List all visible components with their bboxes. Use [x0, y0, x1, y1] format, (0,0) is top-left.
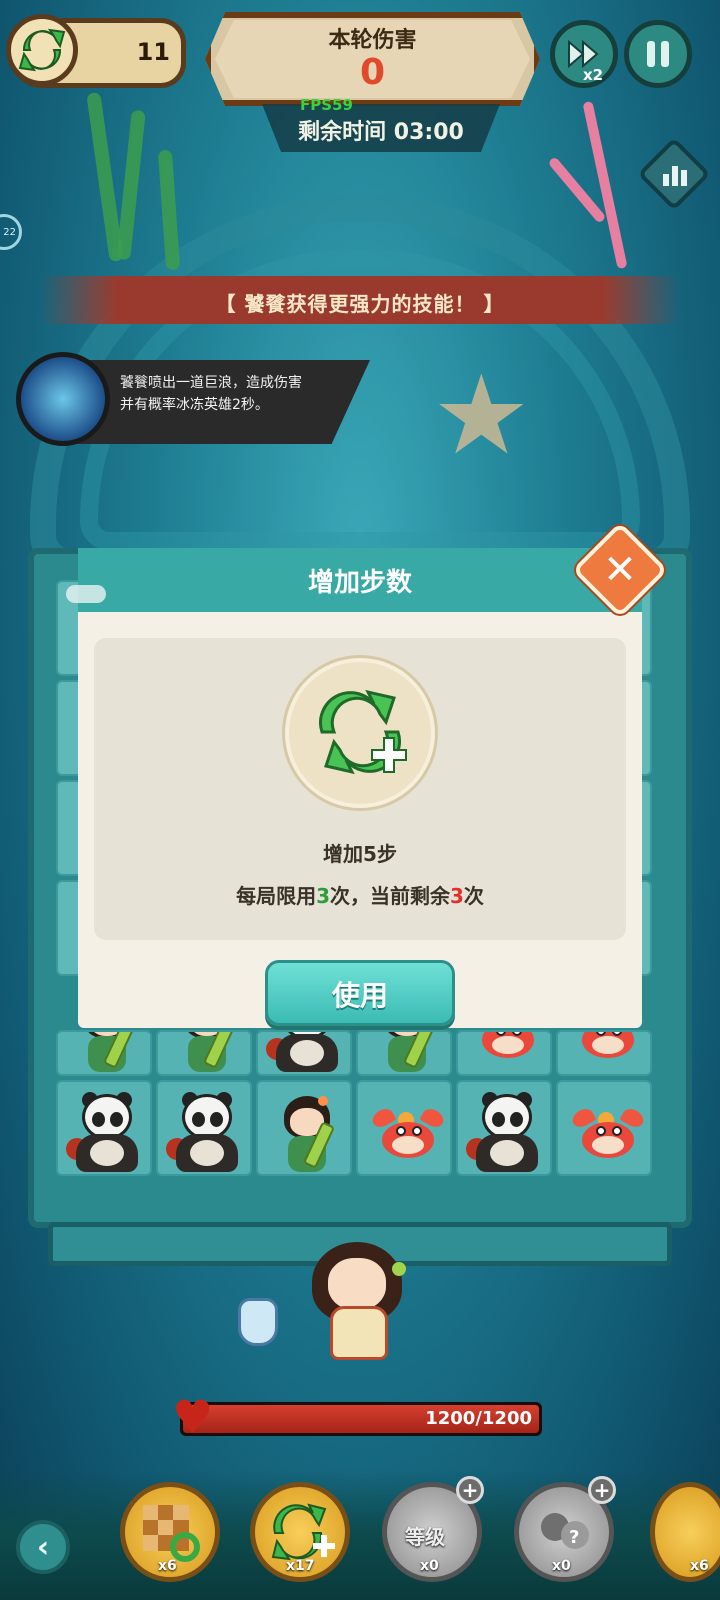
fast-forward-icon	[568, 40, 599, 68]
potion-icon	[238, 1298, 278, 1346]
hp-text: 1200/1200	[425, 1408, 532, 1429]
item-gold-hero[interactable]	[650, 1482, 720, 1582]
limit-remaining: 3	[450, 884, 464, 908]
item-count: x17	[286, 1558, 315, 1574]
use-button-label[interactable]: 使用	[265, 974, 455, 1014]
item-count: x0	[420, 1558, 439, 1574]
time-remaining: 剩余时间 03:00	[298, 120, 464, 145]
dialog-title: 增加步数	[307, 568, 412, 598]
panda-hero-unit	[458, 1082, 550, 1174]
hero-hair-flower	[392, 1262, 406, 1276]
plus-icon: +	[593, 1478, 611, 1502]
moves-count: 11	[136, 38, 170, 66]
plus-icon: +	[461, 1478, 479, 1502]
board-cell[interactable]	[556, 1030, 652, 1076]
seaweed-decoration	[116, 109, 146, 261]
damage-label: 本轮伤害	[328, 28, 417, 53]
level-label: 等级	[405, 1525, 445, 1549]
board-cell[interactable]	[256, 1080, 352, 1176]
fish-hero-unit	[558, 1082, 650, 1174]
pause-icon	[647, 41, 669, 67]
item-count: x6	[158, 1558, 177, 1574]
board-cell[interactable]	[56, 1080, 152, 1176]
fps-counter: FPS59	[300, 96, 353, 114]
starfish-decoration: ★	[432, 351, 531, 479]
limit-prefix: 每局限用	[236, 884, 317, 908]
wave-skill-icon	[16, 352, 110, 446]
limit-middle: 次，当前剩余	[330, 884, 450, 908]
board-cell[interactable]	[456, 1080, 552, 1176]
seaweed-decoration	[157, 149, 181, 271]
limit-suffix: 次	[463, 884, 484, 908]
boss-banner-text: 【 饕餮获得更强力的技能！ 】	[215, 292, 505, 316]
panda-hero-unit	[158, 1082, 250, 1174]
close-icon[interactable]: ✕	[586, 538, 654, 602]
moves-refresh-icon	[6, 14, 78, 86]
add-item-button[interactable]: +	[588, 1476, 616, 1504]
effect-text: 增加5步	[323, 842, 397, 866]
board-cell[interactable]	[156, 1030, 252, 1076]
add-item-button[interactable]: +	[456, 1476, 484, 1504]
item-count: x0	[552, 1558, 571, 1574]
board-cell[interactable]	[56, 1030, 152, 1076]
limit-total: 3	[316, 884, 330, 908]
damage-value: 0	[359, 52, 386, 93]
heart-icon: ♥	[172, 1390, 214, 1444]
back-arrow-icon: ‹	[36, 1529, 50, 1565]
panda-hero-unit	[58, 1082, 150, 1174]
board-cell[interactable]	[256, 1030, 352, 1076]
hero-face	[328, 1258, 386, 1310]
item-count: x6	[690, 1558, 709, 1574]
board-cell[interactable]	[556, 1080, 652, 1176]
pause-button[interactable]	[624, 20, 692, 88]
coral-decoration	[582, 100, 628, 270]
board-cell[interactable]	[156, 1080, 252, 1176]
bar-chart-icon	[663, 166, 687, 186]
hero-body	[330, 1306, 388, 1360]
side-badge[interactable]: 22	[0, 214, 22, 250]
svg-text:?: ?	[569, 1527, 579, 1548]
girl-hero-unit	[258, 1082, 350, 1174]
usage-limit-text: 每局限用3次，当前剩余3次	[94, 880, 626, 909]
board-cell[interactable]	[356, 1080, 452, 1176]
add-moves-icon	[319, 689, 407, 775]
board-cell[interactable]	[456, 1030, 552, 1076]
skill-description: 饕餮喷出一道巨浪，造成伤害并有概率冰冻英雄2秒。	[120, 375, 302, 413]
fish-hero-unit	[358, 1082, 450, 1174]
back-button[interactable]: ‹	[16, 1520, 70, 1574]
speed-multiplier: x2	[583, 66, 604, 84]
board-cell[interactable]	[356, 1030, 452, 1076]
